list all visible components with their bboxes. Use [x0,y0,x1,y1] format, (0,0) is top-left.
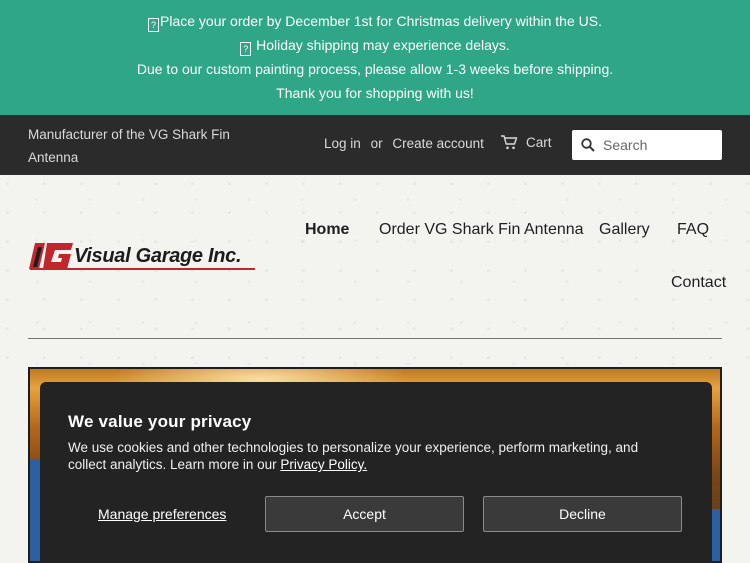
truck-icon: ? [240,42,252,56]
announcement-line-3: Due to our custom painting process, plea… [136,61,614,77]
or-text: or [370,136,383,151]
site-logo[interactable]: Visual Garage Inc. [29,241,242,271]
accept-button[interactable]: Accept [265,496,464,532]
cookie-body: We use cookies and other technologies to… [68,439,668,473]
nav-contact[interactable]: Contact [671,274,726,292]
cart-link[interactable]: Cart [500,135,552,150]
nav-gallery[interactable]: Gallery [599,221,650,239]
announcement-line-2: Holiday shipping may experience delays. [256,37,510,53]
cart-icon [501,135,518,150]
vg-logo-mark-icon [29,241,73,271]
account-links: Log in or Create account [324,136,490,151]
create-account-link[interactable]: Create account [392,136,484,151]
privacy-policy-link[interactable]: Privacy Policy. [280,457,367,472]
logo-text: Visual Garage Inc. [74,244,242,267]
header-divider [28,338,722,339]
search-box [572,130,722,160]
nav-order[interactable]: Order VG Shark Fin Antenna [379,221,584,239]
login-link[interactable]: Log in [324,136,361,151]
cart-label: Cart [526,135,552,150]
gift-icon: ? [148,18,160,32]
nav-home[interactable]: Home [305,221,349,239]
logo-underline [30,268,255,270]
decline-button[interactable]: Decline [483,496,682,532]
cookie-banner: We value your privacy We use cookies and… [40,382,712,563]
nav-faq[interactable]: FAQ [677,221,709,239]
announcement-line-4: Thank you for shopping with us! [276,85,474,101]
cookie-title: We value your privacy [68,412,252,431]
announcement-bar: ? Place your order by December 1st for Ch… [0,0,750,115]
search-input[interactable] [603,137,713,153]
announcement-line-1: Place your order by December 1st for Chr… [160,13,602,29]
top-bar: Manufacturer of the VG Shark Fin Antenna… [0,115,750,175]
site-tagline: Manufacturer of the VG Shark Fin Antenna [28,127,230,165]
search-icon[interactable] [581,138,595,152]
manage-preferences-link[interactable]: Manage preferences [98,506,226,522]
site-header: Visual Garage Inc. Home Order VG Shark F… [0,175,750,365]
